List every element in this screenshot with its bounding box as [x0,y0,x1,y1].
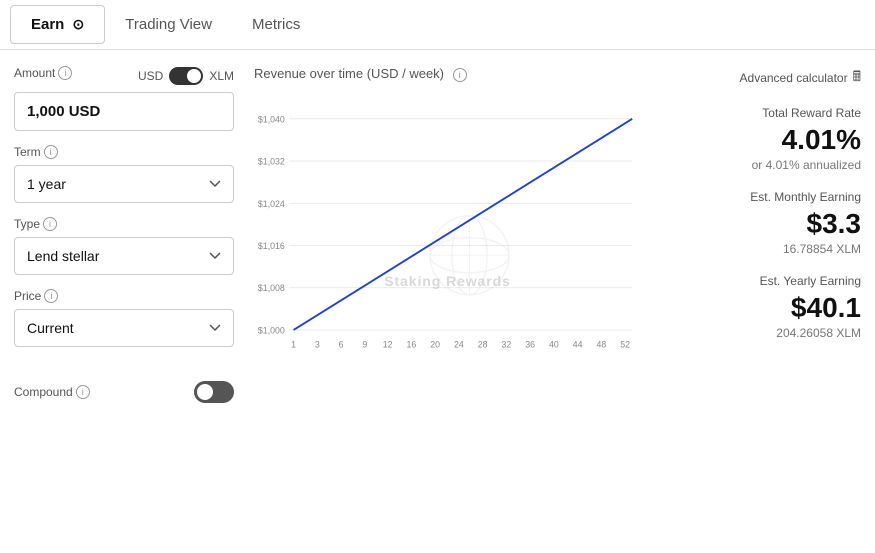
total-reward-label: Total Reward Rate [671,106,861,120]
chart-svg: $1,040 $1,032 $1,024 $1,016 $1,008 $1,00… [254,92,641,392]
type-label-row: Type i [14,217,234,231]
amount-info-icon[interactable]: i [58,66,72,80]
currency-xlm-label: XLM [209,69,234,83]
amount-label-row: Amount i [14,66,72,80]
amount-label: Amount [14,66,55,80]
type-info-icon[interactable]: i [43,217,57,231]
svg-text:12: 12 [383,340,393,350]
svg-text:44: 44 [573,340,583,350]
total-reward-sub: or 4.01% annualized [671,158,861,172]
main-content: Amount i USD XLM Term i 1 year 6 months … [0,50,875,553]
svg-text:9: 9 [362,340,367,350]
type-select[interactable]: Lend stellar Delegate Stake [14,237,234,275]
yearly-earning-value: $40.1 [671,292,861,324]
adv-calc-label: Advanced calculator [740,71,848,85]
term-select[interactable]: 1 year 6 months 3 months 1 month [14,165,234,203]
svg-text:16: 16 [407,340,417,350]
chart-container: $1,040 $1,032 $1,024 $1,016 $1,008 $1,00… [254,92,641,422]
price-label: Price [14,289,41,303]
type-label: Type [14,217,40,231]
price-info-icon[interactable]: i [44,289,58,303]
svg-text:48: 48 [597,340,607,350]
compound-row: Compound i [14,381,234,403]
compound-label: Compound [14,385,73,399]
amount-header-row: Amount i USD XLM [14,66,234,86]
total-reward-value: 4.01% [671,124,861,156]
term-info-icon[interactable]: i [44,145,58,159]
left-panel: Amount i USD XLM Term i 1 year 6 months … [14,66,234,537]
tab-metrics[interactable]: Metrics [232,6,320,43]
monthly-earning-value: $3.3 [671,208,861,240]
svg-text:40: 40 [549,340,559,350]
svg-text:$1,000: $1,000 [258,325,285,335]
currency-toggle-row: USD XLM [138,67,234,85]
chart-info-icon[interactable]: i [453,68,467,82]
svg-text:32: 32 [502,340,512,350]
tabs-bar: Earn ⊙ Trading View Metrics [0,0,875,50]
svg-text:$1,032: $1,032 [258,157,285,167]
chart-title: Revenue over time (USD / week) i [254,66,641,82]
price-select[interactable]: Current Custom [14,309,234,347]
chart-area: Revenue over time (USD / week) i $1,040 … [244,66,651,537]
monthly-earning-label: Est. Monthly Earning [671,190,861,204]
svg-text:Staking Rewards: Staking Rewards [384,273,511,289]
calculator-icon[interactable]: 🖩 [853,66,861,90]
tab-metrics-label: Metrics [252,16,300,33]
svg-text:36: 36 [525,340,535,350]
currency-usd-label: USD [138,69,163,83]
term-label: Term [14,145,41,159]
tab-trading-view-label: Trading View [125,16,212,33]
tab-earn-label: Earn [31,16,64,33]
monthly-earning-xlm: 16.78854 XLM [671,242,861,256]
term-label-row: Term i [14,145,234,159]
svg-text:$1,024: $1,024 [258,199,285,209]
svg-text:52: 52 [620,340,630,350]
svg-text:$1,008: $1,008 [258,283,285,293]
advanced-calculator-row: Advanced calculator 🖩 [671,66,861,90]
yearly-earning-xlm: 204.26058 XLM [671,326,861,340]
tab-trading-view[interactable]: Trading View [105,6,232,43]
compound-toggle[interactable] [194,381,234,403]
chart-title-text: Revenue over time (USD / week) [254,66,444,81]
currency-toggle-switch[interactable] [169,67,203,85]
svg-text:24: 24 [454,340,464,350]
right-panel: Advanced calculator 🖩 Total Reward Rate … [661,66,861,537]
earn-icon: ⊙ [73,16,85,32]
amount-input[interactable] [14,92,234,131]
svg-text:$1,040: $1,040 [258,114,285,124]
svg-text:28: 28 [478,340,488,350]
svg-text:$1,016: $1,016 [258,241,285,251]
tab-earn[interactable]: Earn ⊙ [10,5,105,44]
svg-text:6: 6 [339,340,344,350]
svg-text:3: 3 [315,340,320,350]
svg-text:20: 20 [430,340,440,350]
compound-info-icon[interactable]: i [76,385,90,399]
compound-label-row: Compound i [14,385,90,399]
price-label-row: Price i [14,289,234,303]
svg-text:1: 1 [291,340,296,350]
yearly-earning-label: Est. Yearly Earning [671,274,861,288]
